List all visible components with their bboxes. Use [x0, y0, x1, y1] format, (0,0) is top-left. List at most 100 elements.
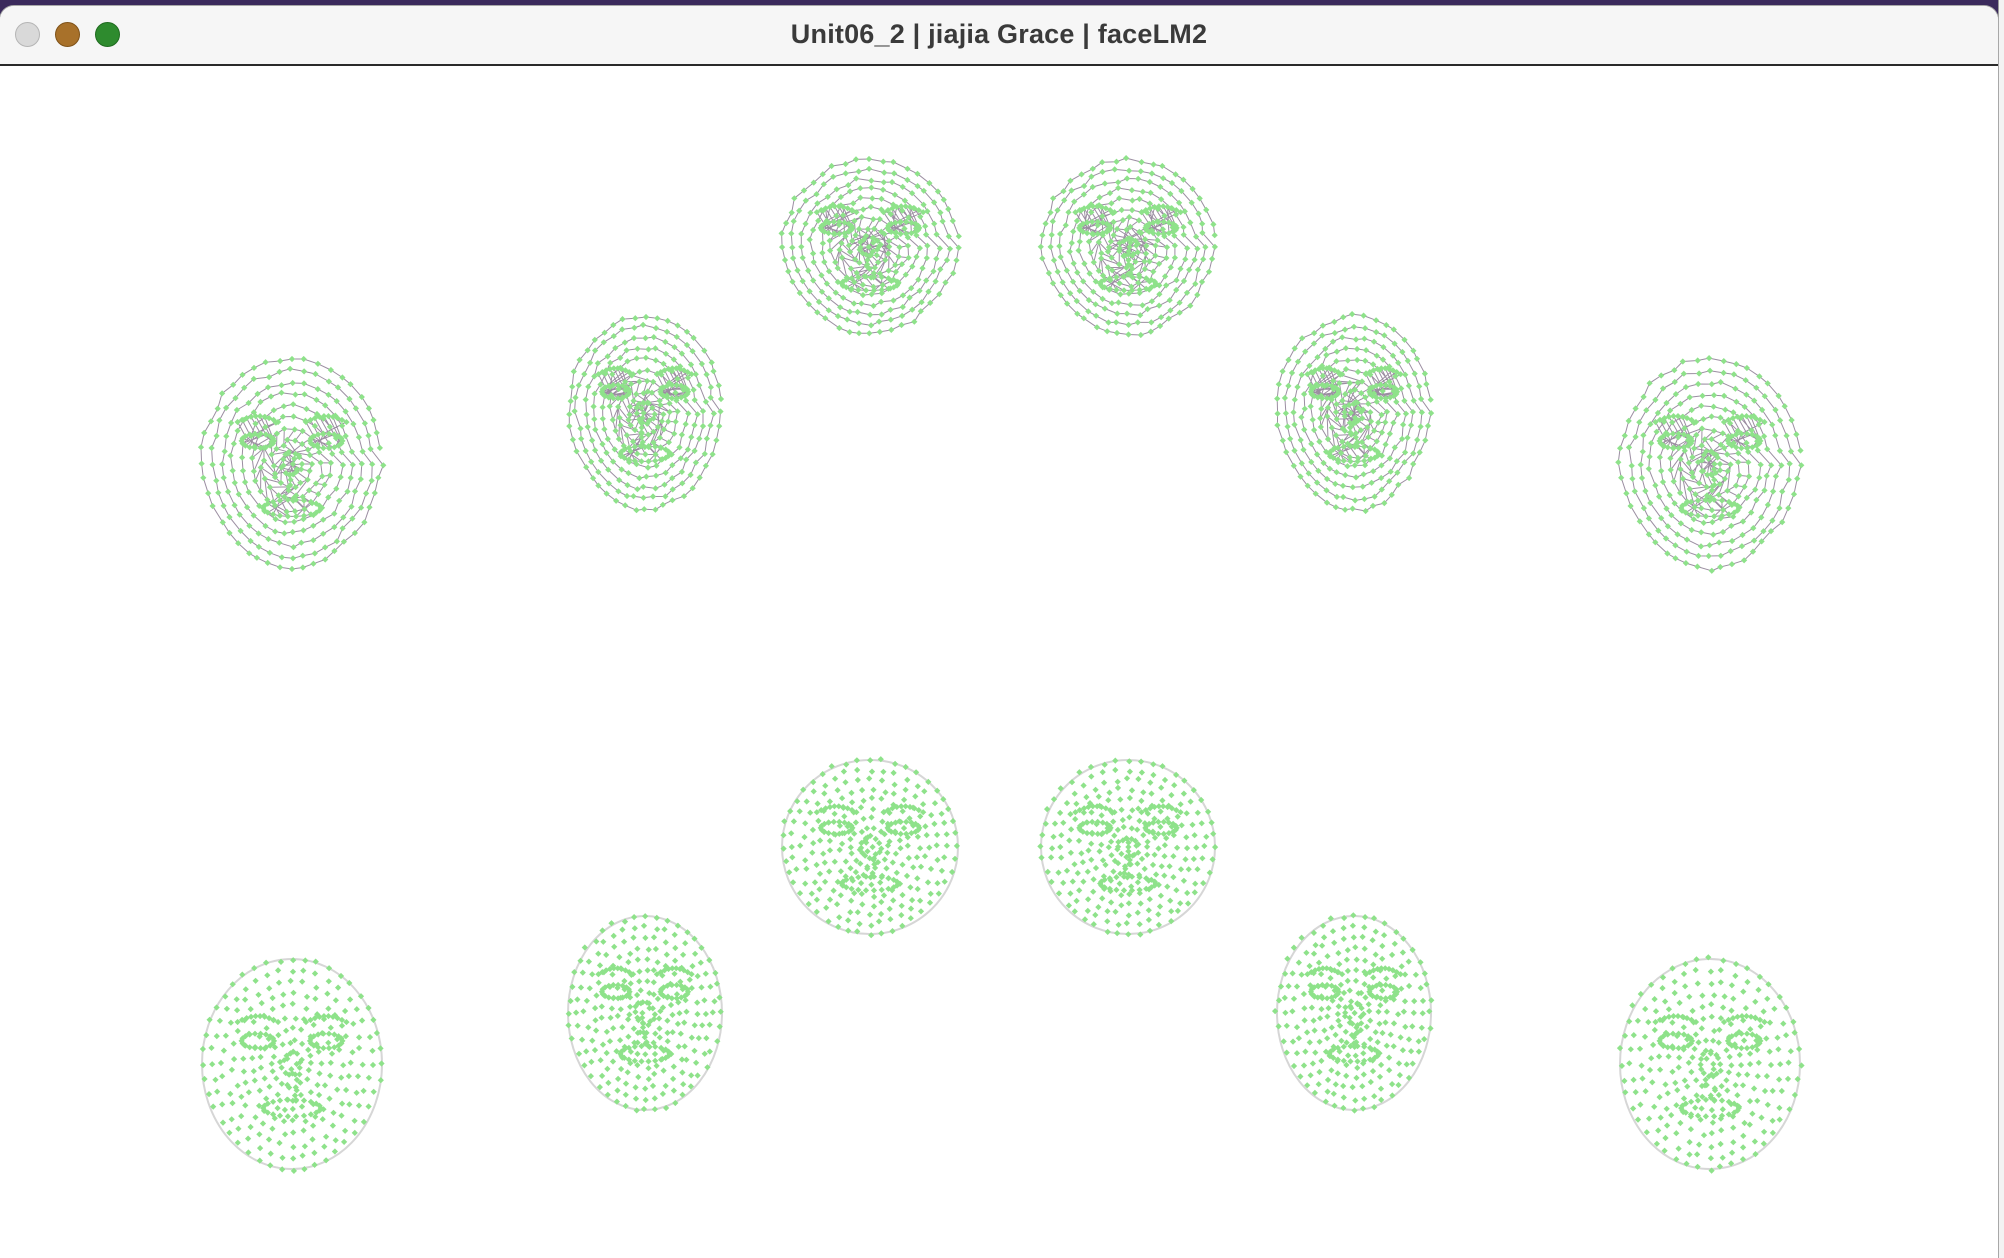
landmark-point — [1632, 405, 1639, 412]
landmark-point — [896, 837, 904, 844]
landmark-point — [654, 995, 662, 1003]
landmark-point — [788, 230, 795, 237]
landmark-point — [624, 1069, 631, 1076]
landmark-point — [677, 1030, 684, 1037]
landmark-point — [280, 442, 287, 449]
landmark-point — [669, 497, 676, 504]
landmark-point — [610, 995, 617, 1002]
landmark-point — [198, 460, 205, 467]
landmark-point — [1348, 310, 1356, 318]
landmark-point — [1318, 1005, 1325, 1013]
landmark-point — [373, 429, 380, 436]
landmark-point — [230, 440, 238, 447]
landmark-point — [1417, 395, 1425, 403]
landmark-point — [627, 980, 634, 987]
landmark-point — [1155, 911, 1162, 918]
landmark-point — [922, 223, 929, 230]
landmark-point — [927, 890, 934, 897]
landmark-point — [1284, 423, 1291, 430]
landmark-point — [1161, 872, 1168, 879]
landmark-point — [702, 462, 710, 469]
landmark-point — [810, 839, 817, 847]
landmark-point — [1637, 461, 1644, 468]
landmark-point — [1125, 848, 1132, 855]
landmark-point — [910, 864, 917, 871]
landmark-point — [1287, 435, 1294, 442]
landmark-point — [234, 1027, 241, 1035]
landmark-point — [604, 1065, 611, 1073]
landmark-point — [637, 987, 644, 994]
landmark-point — [1739, 531, 1746, 539]
landmark-point — [1310, 950, 1318, 957]
landmark-point — [1710, 1113, 1718, 1120]
landmark-point — [1198, 820, 1205, 827]
landmark-point — [599, 1041, 607, 1048]
landmark-point — [644, 464, 652, 471]
landmark-point — [789, 278, 796, 285]
landmark-point — [585, 383, 592, 390]
landmark-point — [1093, 324, 1101, 331]
landmark-point — [1291, 447, 1298, 454]
landmark-point — [1700, 1132, 1708, 1139]
landmark-point — [270, 1053, 278, 1060]
landmark-point — [1074, 269, 1081, 276]
landmark-point — [1690, 445, 1698, 452]
landmark-point — [1732, 1081, 1739, 1089]
landmark-point — [269, 1005, 276, 1013]
landmark-point — [1071, 861, 1078, 868]
landmark-point — [1709, 518, 1716, 526]
landmark-point — [573, 448, 580, 455]
landmark-point — [313, 984, 320, 991]
landmark-point — [1699, 992, 1706, 999]
landmark-point — [846, 308, 853, 315]
landmark-point — [1387, 468, 1394, 475]
landmark-point — [698, 984, 705, 991]
landmark-point — [1708, 1106, 1716, 1114]
landmark-point — [1157, 892, 1165, 899]
landmark-point — [1795, 1045, 1803, 1053]
landmark-point — [1159, 797, 1166, 804]
landmark-point — [310, 537, 317, 544]
landmark-point — [1195, 210, 1202, 217]
landmark-point — [897, 845, 904, 852]
landmark-point — [1676, 999, 1683, 1007]
landmark-point — [702, 398, 710, 405]
landmark-point — [357, 475, 364, 483]
landmark-point — [686, 976, 693, 983]
landmark-point — [846, 188, 854, 195]
landmark-point — [1743, 1030, 1751, 1037]
landmark-point — [674, 322, 681, 329]
landmark-point — [1350, 912, 1357, 919]
landmark-point — [273, 1075, 280, 1082]
landmark-point — [798, 243, 805, 250]
landmark-point — [1203, 206, 1210, 214]
landmark-point — [284, 1113, 292, 1120]
landmark-point — [651, 1095, 658, 1102]
landmark-point — [1684, 1083, 1691, 1090]
landmark-point — [577, 984, 585, 991]
landmark-point — [642, 1051, 649, 1058]
landmark-point — [1126, 213, 1133, 221]
landmark-point — [1655, 1053, 1663, 1060]
landmark-point — [1404, 357, 1411, 364]
landmark-point — [1708, 435, 1715, 443]
landmark-point — [280, 991, 287, 998]
landmark-point — [883, 865, 890, 872]
landmark-point — [869, 805, 877, 813]
landmark-point — [233, 406, 241, 414]
landmark-point — [1336, 1022, 1344, 1029]
landmark-point — [1372, 1029, 1379, 1036]
landmark-point — [1350, 934, 1357, 941]
landmark-point — [875, 318, 883, 325]
landmark-point — [1636, 419, 1643, 426]
landmark-point — [1679, 413, 1686, 420]
landmark-point — [1370, 468, 1377, 475]
title-bar[interactable]: Unit06_2 | jiajia Grace | faceLM2 — [0, 6, 1998, 66]
landmark-point — [213, 1032, 220, 1040]
landmark-point — [1104, 918, 1111, 925]
landmark-point — [1346, 987, 1353, 994]
landmark-point — [1379, 955, 1386, 962]
landmark-point — [707, 394, 714, 401]
landmark-point — [292, 1015, 299, 1022]
landmark-point — [842, 170, 849, 177]
